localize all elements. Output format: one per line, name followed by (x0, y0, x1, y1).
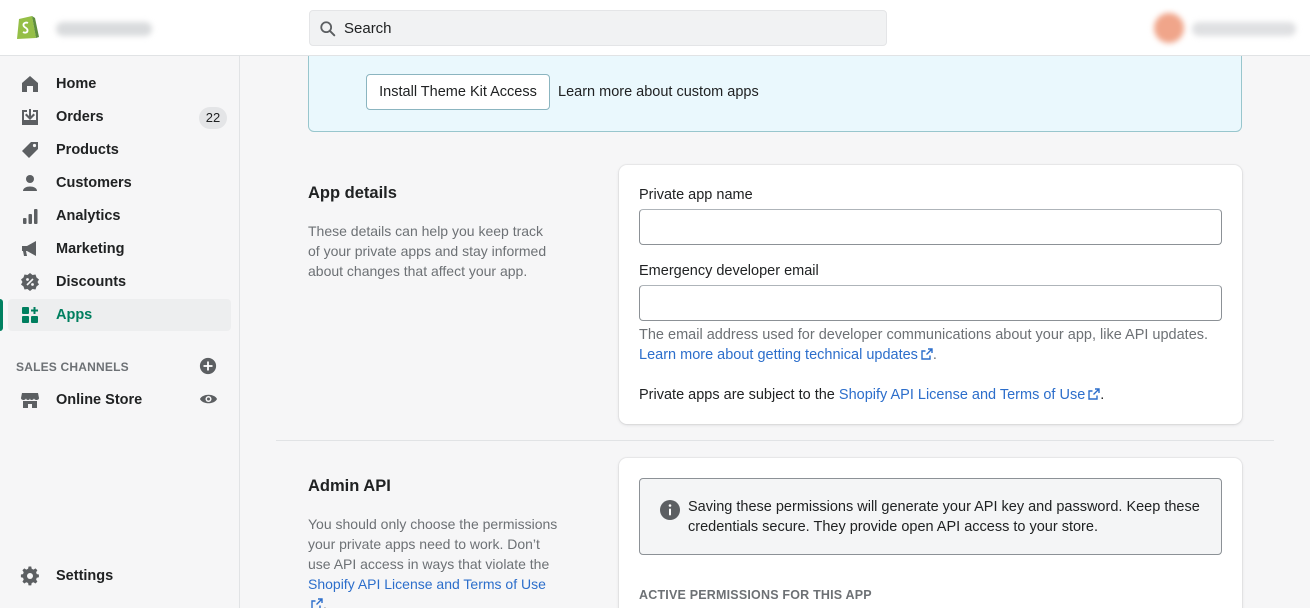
search-bar[interactable] (309, 10, 887, 46)
sidebar-item-customers[interactable]: Customers (8, 167, 231, 199)
active-permissions-title: ACTIVE PERMISSIONS FOR THIS APP (639, 588, 872, 602)
shopify-logo[interactable] (15, 13, 39, 41)
sidebar-item-home[interactable]: Home (8, 68, 231, 100)
app-details-heading: App details (308, 184, 397, 202)
sidebar-item-label: Products (56, 142, 119, 158)
technical-updates-link-text: Learn more about getting technical updat… (639, 347, 918, 363)
sidebar-item-label: Marketing (56, 241, 125, 257)
email-help-message: The email address used for developer com… (639, 327, 1209, 343)
external-link-icon (311, 598, 323, 608)
eye-icon[interactable] (199, 391, 218, 407)
sidebar-item-marketing[interactable]: Marketing (8, 233, 231, 265)
api-license-terms-link-text: Shopify API License and Terms of Use (838, 387, 1086, 403)
search-icon (320, 21, 336, 37)
sidebar-item-products[interactable]: Products (8, 134, 231, 166)
private-app-name-input[interactable] (639, 209, 1222, 245)
sidebar-item-label: Analytics (56, 208, 121, 224)
bar-chart-icon (23, 209, 38, 224)
learn-more-custom-apps-link[interactable]: Learn more about custom apps (558, 84, 759, 100)
sidebar-item-label: Online Store (56, 392, 143, 408)
admin-api-license-link[interactable]: Shopify API License and Terms of Use (308, 576, 546, 608)
person-icon (23, 175, 37, 191)
terms-suffix: . (1100, 387, 1105, 403)
sidebar-item-settings[interactable]: Settings (8, 560, 231, 592)
developer-email-label: Emergency developer email (639, 263, 819, 279)
email-help-text: The email address used for developer com… (639, 325, 1229, 365)
main-content: Install Theme Kit Access Learn more abou… (240, 56, 1310, 608)
sidebar-item-label: Settings (56, 568, 114, 584)
info-icon (660, 500, 680, 520)
top-bar (0, 0, 1310, 56)
admin-api-license-link-text: Shopify API License and Terms of Use (308, 576, 546, 592)
sidebar-item-label: Customers (56, 175, 132, 191)
external-link-icon (921, 348, 933, 360)
sidebar-item-analytics[interactable]: Analytics (8, 200, 231, 232)
sidebar-item-label: Apps (56, 307, 93, 323)
apps-icon (22, 307, 38, 323)
terms-prefix: Private apps are subject to the (639, 387, 839, 403)
store-name[interactable] (56, 22, 152, 36)
admin-api-heading: Admin API (308, 477, 391, 495)
section-divider (276, 440, 1274, 441)
help-period: . (932, 347, 937, 363)
sales-channels-title: SALES CHANNELS (16, 360, 129, 374)
permissions-notice-text: Saving these permissions will generate y… (688, 499, 1200, 535)
admin-api-card: Saving these permissions will generate y… (619, 458, 1242, 608)
install-theme-kit-button[interactable]: Install Theme Kit Access (366, 74, 550, 110)
home-icon (22, 76, 38, 92)
permissions-notice: Saving these permissions will generate y… (639, 478, 1222, 555)
custom-apps-banner: Install Theme Kit Access Learn more abou… (308, 56, 1242, 132)
discount-icon (21, 273, 39, 291)
sidebar: Home Orders 22 Products Customers Analyt… (0, 56, 240, 608)
admin-api-description-text: You should only choose the permissions y… (308, 516, 558, 572)
megaphone-icon (22, 241, 36, 256)
orders-count-badge: 22 (199, 107, 227, 129)
app-details-description: These details can help you keep track of… (308, 223, 547, 279)
user-name[interactable] (1192, 22, 1296, 36)
sidebar-item-orders[interactable]: Orders 22 (8, 101, 231, 133)
sidebar-item-label: Discounts (56, 274, 127, 290)
search-input[interactable] (344, 11, 874, 45)
store-icon (21, 393, 39, 408)
avatar[interactable] (1154, 13, 1184, 43)
orders-icon (22, 109, 38, 125)
sidebar-item-label: Orders (56, 109, 104, 125)
technical-updates-link[interactable]: Learn more about getting technical updat… (639, 347, 933, 363)
external-link-icon (1088, 388, 1100, 400)
sidebar-item-apps[interactable]: Apps (0, 299, 231, 331)
private-app-name-label: Private app name (639, 187, 753, 203)
gear-icon (20, 566, 39, 586)
developer-email-input[interactable] (639, 285, 1222, 321)
api-terms-text: Private apps are subject to the Shopify … (639, 387, 1104, 403)
add-channel-icon[interactable] (199, 357, 217, 375)
admin-api-description: You should only choose the permissions y… (308, 514, 558, 608)
app-details-card: Private app name Emergency developer ema… (619, 165, 1242, 424)
sidebar-item-label: Home (56, 76, 97, 92)
api-license-terms-link[interactable]: Shopify API License and Terms of Use (839, 387, 1100, 403)
sidebar-item-online-store[interactable]: Online Store (8, 384, 231, 416)
tag-icon (22, 142, 38, 158)
sidebar-item-discounts[interactable]: Discounts (8, 266, 231, 298)
admin-api-description-suffix: . (323, 596, 327, 608)
